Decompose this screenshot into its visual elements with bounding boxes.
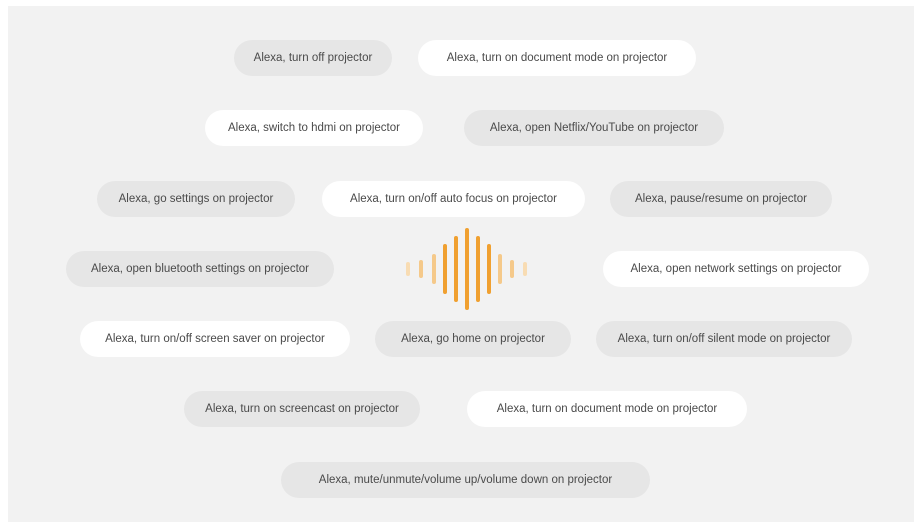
wave-bar (476, 236, 480, 302)
command-chip-open-netflix-youtube[interactable]: Alexa, open Netflix/YouTube on projector (464, 110, 724, 146)
command-chip-document-mode-1[interactable]: Alexa, turn on document mode on projecto… (418, 40, 696, 76)
command-chip-volume[interactable]: Alexa, mute/unmute/volume up/volume down… (281, 462, 650, 498)
wave-bar (498, 254, 502, 284)
wave-bar (443, 244, 447, 294)
command-chip-document-mode-2[interactable]: Alexa, turn on document mode on projecto… (467, 391, 747, 427)
wave-bar (406, 262, 410, 276)
wave-bar (419, 260, 423, 278)
voice-waveform-icon (406, 228, 528, 310)
command-chip-switch-hdmi[interactable]: Alexa, switch to hdmi on projector (205, 110, 423, 146)
command-chip-bluetooth-settings[interactable]: Alexa, open bluetooth settings on projec… (66, 251, 334, 287)
command-chip-go-settings[interactable]: Alexa, go settings on projector (97, 181, 295, 217)
command-chip-screencast[interactable]: Alexa, turn on screencast on projector (184, 391, 420, 427)
wave-bar (454, 236, 458, 302)
command-chip-screen-saver[interactable]: Alexa, turn on/off screen saver on proje… (80, 321, 350, 357)
wave-bar (432, 254, 436, 284)
wave-bar (523, 262, 527, 276)
command-chip-network-settings[interactable]: Alexa, open network settings on projecto… (603, 251, 869, 287)
command-chip-go-home[interactable]: Alexa, go home on projector (375, 321, 571, 357)
wave-bar (510, 260, 514, 278)
wave-bar (487, 244, 491, 294)
command-chip-auto-focus[interactable]: Alexa, turn on/off auto focus on project… (322, 181, 585, 217)
command-chip-pause-resume[interactable]: Alexa, pause/resume on projector (610, 181, 832, 217)
command-chip-turn-off-projector[interactable]: Alexa, turn off projector (234, 40, 392, 76)
command-chip-silent-mode[interactable]: Alexa, turn on/off silent mode on projec… (596, 321, 852, 357)
wave-bar (465, 228, 469, 310)
